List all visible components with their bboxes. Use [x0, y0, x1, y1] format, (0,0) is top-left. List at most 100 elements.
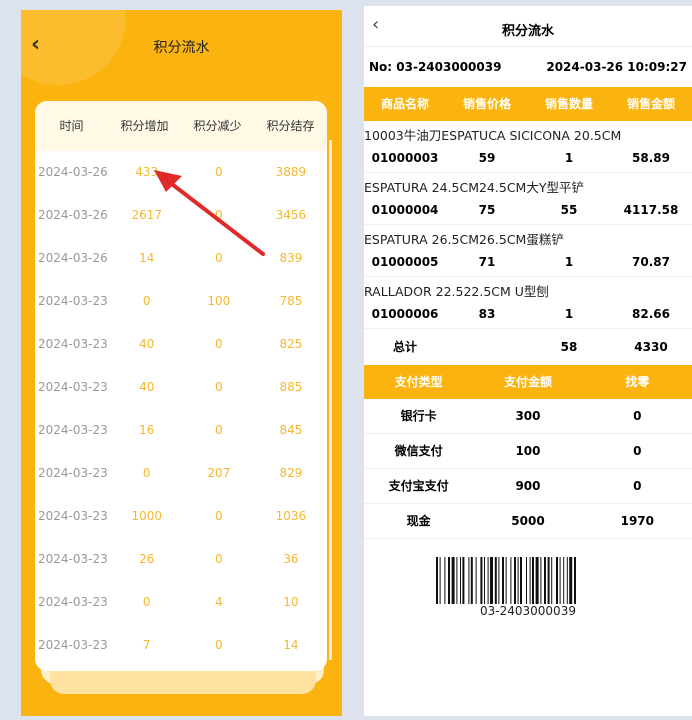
row-sub: 0: [215, 380, 223, 394]
row-date: 2024-03-23: [37, 423, 108, 437]
item-row: 01000006 83 1 82.66: [364, 302, 692, 329]
payment-header: 支付类型 支付金额 找零: [364, 365, 692, 399]
item-name: ESPATURA 26.5CM26.5CM蛋糕铲: [364, 232, 564, 247]
row-balance: 36: [283, 552, 299, 566]
row-sub: 0: [215, 638, 223, 652]
item-qty: 55: [560, 203, 578, 217]
order-datetime: 2024-03-26 10:09:27: [546, 60, 687, 74]
column-header-amount: 销售金额: [626, 97, 675, 111]
row-balance: 10: [283, 595, 299, 609]
row-balance: 845: [279, 423, 303, 437]
table-row: 2024-03-23 7 0 14: [35, 624, 327, 667]
red-arrow-icon: [154, 170, 265, 256]
pay-amount: 900: [515, 479, 541, 493]
table-row: 2024-03-23 16 0 845: [35, 409, 327, 452]
pay-amount: 100: [515, 444, 541, 458]
item-qty: 1: [564, 255, 574, 269]
page-title: 积分流水: [153, 40, 210, 56]
row-date: 2024-03-23: [37, 552, 108, 566]
row-add: 16: [139, 423, 155, 437]
item-amount: 70.87: [632, 255, 670, 269]
pay-type: 微信支付: [394, 444, 443, 458]
row-add: 1000: [131, 509, 163, 523]
pay-change: 0: [633, 444, 642, 458]
row-balance: 885: [279, 380, 303, 394]
order-detail-panel: ‹ 积分流水 No: 03-2403000039 2024-03-26 10:0…: [364, 6, 692, 716]
row-balance: 785: [279, 294, 303, 308]
order-number: No: 03-2403000039: [369, 60, 502, 74]
pay-change: 1970: [620, 514, 655, 528]
table-header: 时间 积分增加 积分减少 积分结存: [35, 101, 327, 151]
row-sub: 0: [215, 552, 223, 566]
row-sub: 0: [215, 509, 223, 523]
points-ledger-panel: ‹ 积分流水 时间 积分增加 积分减少 积分结存 2024-03-26 433 0 3…: [21, 10, 342, 716]
row-add: 0: [142, 294, 151, 308]
header-bar: ‹ 积分流水: [364, 6, 692, 47]
pay-type: 支付宝支付: [388, 479, 449, 493]
total-row: 总计 58 4330: [364, 329, 692, 365]
payment-row: 微信支付 100 0: [364, 434, 692, 469]
barcode-image: [436, 557, 576, 604]
payment-row: 支付宝支付 900 0: [364, 469, 692, 504]
order-meta: No: 03-2403000039 2024-03-26 10:09:27: [364, 47, 692, 87]
pay-amount: 5000: [511, 514, 545, 528]
total-qty: 58: [560, 340, 578, 354]
item: ESPATURA 26.5CM26.5CM蛋糕铲 01000005 71 1 70.8…: [364, 225, 692, 277]
pay-change: 0: [633, 479, 642, 493]
row-date: 2024-03-23: [37, 595, 108, 609]
item-qty: 1: [564, 151, 574, 165]
total-amount: 4330: [634, 340, 668, 354]
column-header-balance: 积分结存: [266, 119, 315, 133]
column-header-change: 找零: [625, 375, 650, 389]
row-balance: 825: [279, 337, 303, 351]
items-header: 商品名称 销售价格 销售数量 销售金额: [364, 87, 692, 121]
row-date: 2024-03-23: [37, 509, 108, 523]
item-amount: 82.66: [632, 307, 670, 321]
item-code: 01000003: [371, 151, 439, 165]
row-add: 40: [139, 337, 155, 351]
pay-type: 现金: [406, 514, 431, 528]
row-add: 40: [139, 380, 155, 394]
item-row: 01000004 75 55 4117.58: [364, 198, 692, 225]
page-title: 积分流水: [501, 24, 554, 39]
item-row: 01000005 71 1 70.87: [364, 250, 692, 277]
item-code: 01000004: [371, 203, 439, 217]
row-date: 2024-03-23: [37, 337, 108, 351]
pay-amount: 300: [515, 409, 541, 423]
item-price: 71: [478, 255, 496, 269]
row-balance: 1036: [275, 509, 307, 523]
table-row: 2024-03-23 40 0 825: [35, 323, 327, 366]
row-date: 2024-03-23: [37, 380, 108, 394]
item-code: 01000006: [371, 307, 439, 321]
column-header-qty: 销售数量: [544, 97, 593, 111]
item-qty: 1: [564, 307, 574, 321]
item-name: ESPATURA 24.5CM24.5CM大Y型平铲: [364, 180, 584, 195]
column-header-add: 积分增加: [120, 119, 169, 133]
item-price: 83: [478, 307, 496, 321]
item: ESPATURA 24.5CM24.5CM大Y型平铲 01000004 75 55 4…: [364, 173, 692, 225]
barcode-text: 03-2403000039: [480, 604, 576, 618]
payment-row: 现金 5000 1970: [364, 504, 692, 539]
pay-type: 银行卡: [400, 409, 437, 423]
row-sub: 0: [215, 337, 223, 351]
payment-row: 银行卡 300 0: [364, 399, 692, 434]
item-price: 75: [478, 203, 496, 217]
item-row: 01000003 59 1 58.89: [364, 146, 692, 173]
item-price: 59: [478, 151, 496, 165]
item-amount: 4117.58: [623, 203, 679, 217]
item-amount: 58.89: [632, 151, 670, 165]
total-label: 总计: [392, 340, 417, 354]
row-add: 0: [142, 466, 151, 480]
row-sub: 207: [207, 466, 231, 480]
row-add: 7: [142, 638, 151, 652]
scrollbar[interactable]: [329, 140, 332, 660]
row-balance: 14: [283, 638, 299, 652]
card-stack-shadow-2: [50, 670, 316, 694]
column-header-pay-amount: 支付金额: [503, 375, 552, 389]
row-sub: 100: [207, 294, 231, 308]
row-balance: 829: [279, 466, 303, 480]
item-name: RALLADOR 22.522.5CM U型刨: [364, 284, 549, 299]
column-header-name: 商品名称: [380, 97, 429, 111]
item-code: 01000005: [371, 255, 439, 269]
row-date: 2024-03-23: [37, 638, 108, 652]
